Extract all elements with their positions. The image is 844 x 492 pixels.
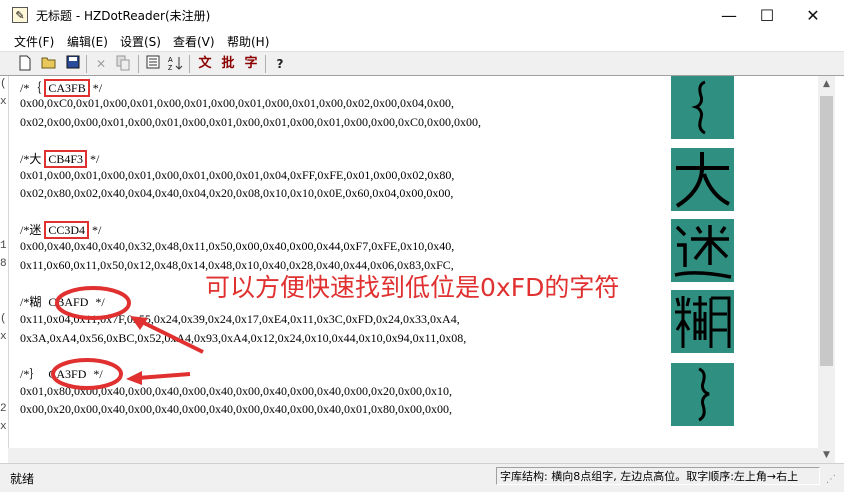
- app-icon: ✎: [12, 7, 28, 23]
- menu-edit[interactable]: 编辑(E): [67, 33, 108, 50]
- title-bar: ✎ 无标题 - HZDotReader(未注册) — ☐ ✕: [0, 0, 844, 31]
- text-tool-1[interactable]: 文: [196, 55, 214, 73]
- annotation-text: 可以方便快速找到低位是0xFD的字符: [205, 273, 620, 302]
- list-icon[interactable]: [144, 55, 162, 73]
- left-gutter: (x 18 (x 2x: [0, 76, 9, 464]
- open-icon[interactable]: [40, 55, 58, 73]
- scroll-down-icon[interactable]: ▼: [818, 447, 835, 464]
- status-bar: 就绪 字库结构: 横向8点组字, 左边点高位。取字顺序:左上角→右上 ⋰: [0, 463, 844, 492]
- text-tool-3[interactable]: 字: [242, 55, 260, 73]
- status-info: 字库结构: 横向8点组字, 左边点高位。取字顺序:左上角→右上: [496, 467, 820, 485]
- new-icon[interactable]: [16, 55, 34, 73]
- horizontal-scrollbar[interactable]: [8, 448, 818, 464]
- save-icon[interactable]: [64, 55, 82, 73]
- vertical-scrollbar[interactable]: ▲ ▼: [818, 76, 835, 464]
- maximize-button[interactable]: ☐: [744, 0, 790, 31]
- annotation-overlay: [51, 286, 204, 390]
- text-tool-2[interactable]: 批: [219, 55, 237, 73]
- arrow: [137, 372, 191, 380]
- resize-grip-icon[interactable]: ⋰: [826, 474, 840, 488]
- toolbar: ✕ AZ 文 批 字 ?: [0, 51, 844, 76]
- menu-view[interactable]: 查看(V): [173, 33, 215, 50]
- menu-settings[interactable]: 设置(S): [120, 33, 161, 50]
- copy-icon[interactable]: [114, 55, 132, 73]
- window-title: 无标题 - HZDotReader(未注册): [36, 9, 211, 23]
- delete-icon[interactable]: ✕: [92, 55, 110, 73]
- arrow: [141, 320, 204, 354]
- menu-help[interactable]: 帮助(H): [227, 33, 269, 50]
- svg-text:Z: Z: [168, 65, 173, 71]
- status-ready: 就绪: [10, 472, 35, 486]
- help-icon[interactable]: ?: [271, 55, 289, 73]
- scroll-thumb[interactable]: [820, 96, 833, 366]
- menu-bar: 文件(F) 编辑(E) 设置(S) 查看(V) 帮助(H): [0, 31, 844, 51]
- close-button[interactable]: ✕: [790, 0, 836, 31]
- highlight-ellipse: [55, 286, 131, 320]
- scroll-up-icon[interactable]: ▲: [818, 76, 835, 93]
- menu-file[interactable]: 文件(F): [14, 33, 54, 50]
- text-content[interactable]: /*｛ CA3FB */ 0x00,0xC0,0x01,0x00,0x01,0x…: [10, 76, 818, 448]
- svg-text:A: A: [168, 57, 173, 64]
- highlight-ellipse: [51, 358, 123, 390]
- sort-icon[interactable]: AZ: [167, 55, 185, 73]
